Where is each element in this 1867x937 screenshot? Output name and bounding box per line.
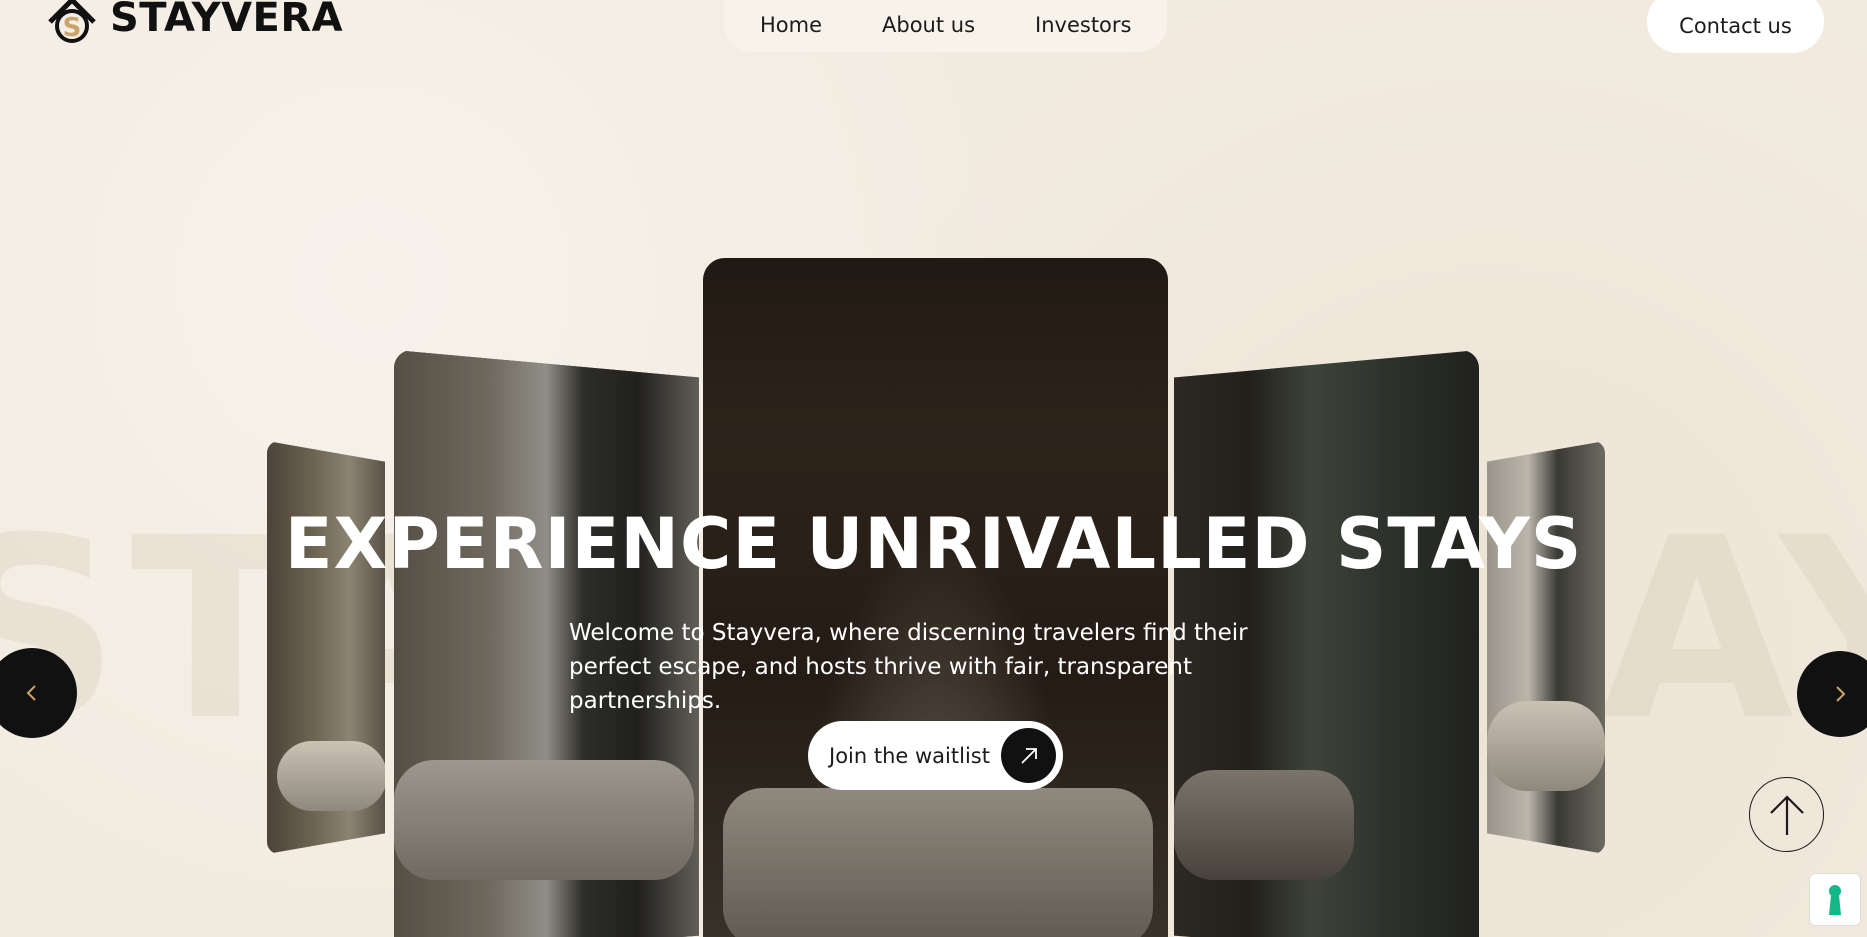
chevron-left-icon	[26, 685, 36, 701]
join-waitlist-button[interactable]: Join the waitlist	[808, 721, 1063, 790]
nav-item-about[interactable]: About us	[882, 5, 975, 37]
arrow-up-icon	[1769, 794, 1804, 835]
contact-button[interactable]: Contact us	[1647, 0, 1824, 53]
hero-headline: EXPERIENCE UNRIVALLED STAYS	[284, 503, 1583, 585]
chevron-right-icon	[1836, 686, 1846, 702]
main-nav: Home About us Investors	[724, 0, 1168, 52]
nav-item-home[interactable]: Home	[760, 5, 822, 37]
sofa-shape	[277, 741, 385, 811]
arrow-up-right-icon	[1001, 728, 1056, 783]
brand-logo[interactable]: S STAYVERA	[46, 0, 343, 44]
nav-item-investors[interactable]: Investors	[1035, 5, 1131, 37]
scroll-to-top-button[interactable]	[1749, 777, 1824, 852]
accessibility-widget-button[interactable]	[1809, 873, 1861, 926]
carousel-card-center[interactable]	[703, 258, 1168, 937]
stayvera-logo-icon: S	[48, 0, 96, 43]
sofa-shape	[1487, 701, 1605, 791]
accessibility-keyhole-icon	[1829, 884, 1841, 915]
card-shade	[703, 258, 1168, 937]
brand-name: STAYVERA	[110, 0, 344, 41]
hero-subtitle: Welcome to Stayvera, where discerning tr…	[569, 620, 1248, 714]
join-waitlist-label: Join the waitlist	[829, 743, 990, 768]
svg-text:S: S	[63, 13, 82, 43]
